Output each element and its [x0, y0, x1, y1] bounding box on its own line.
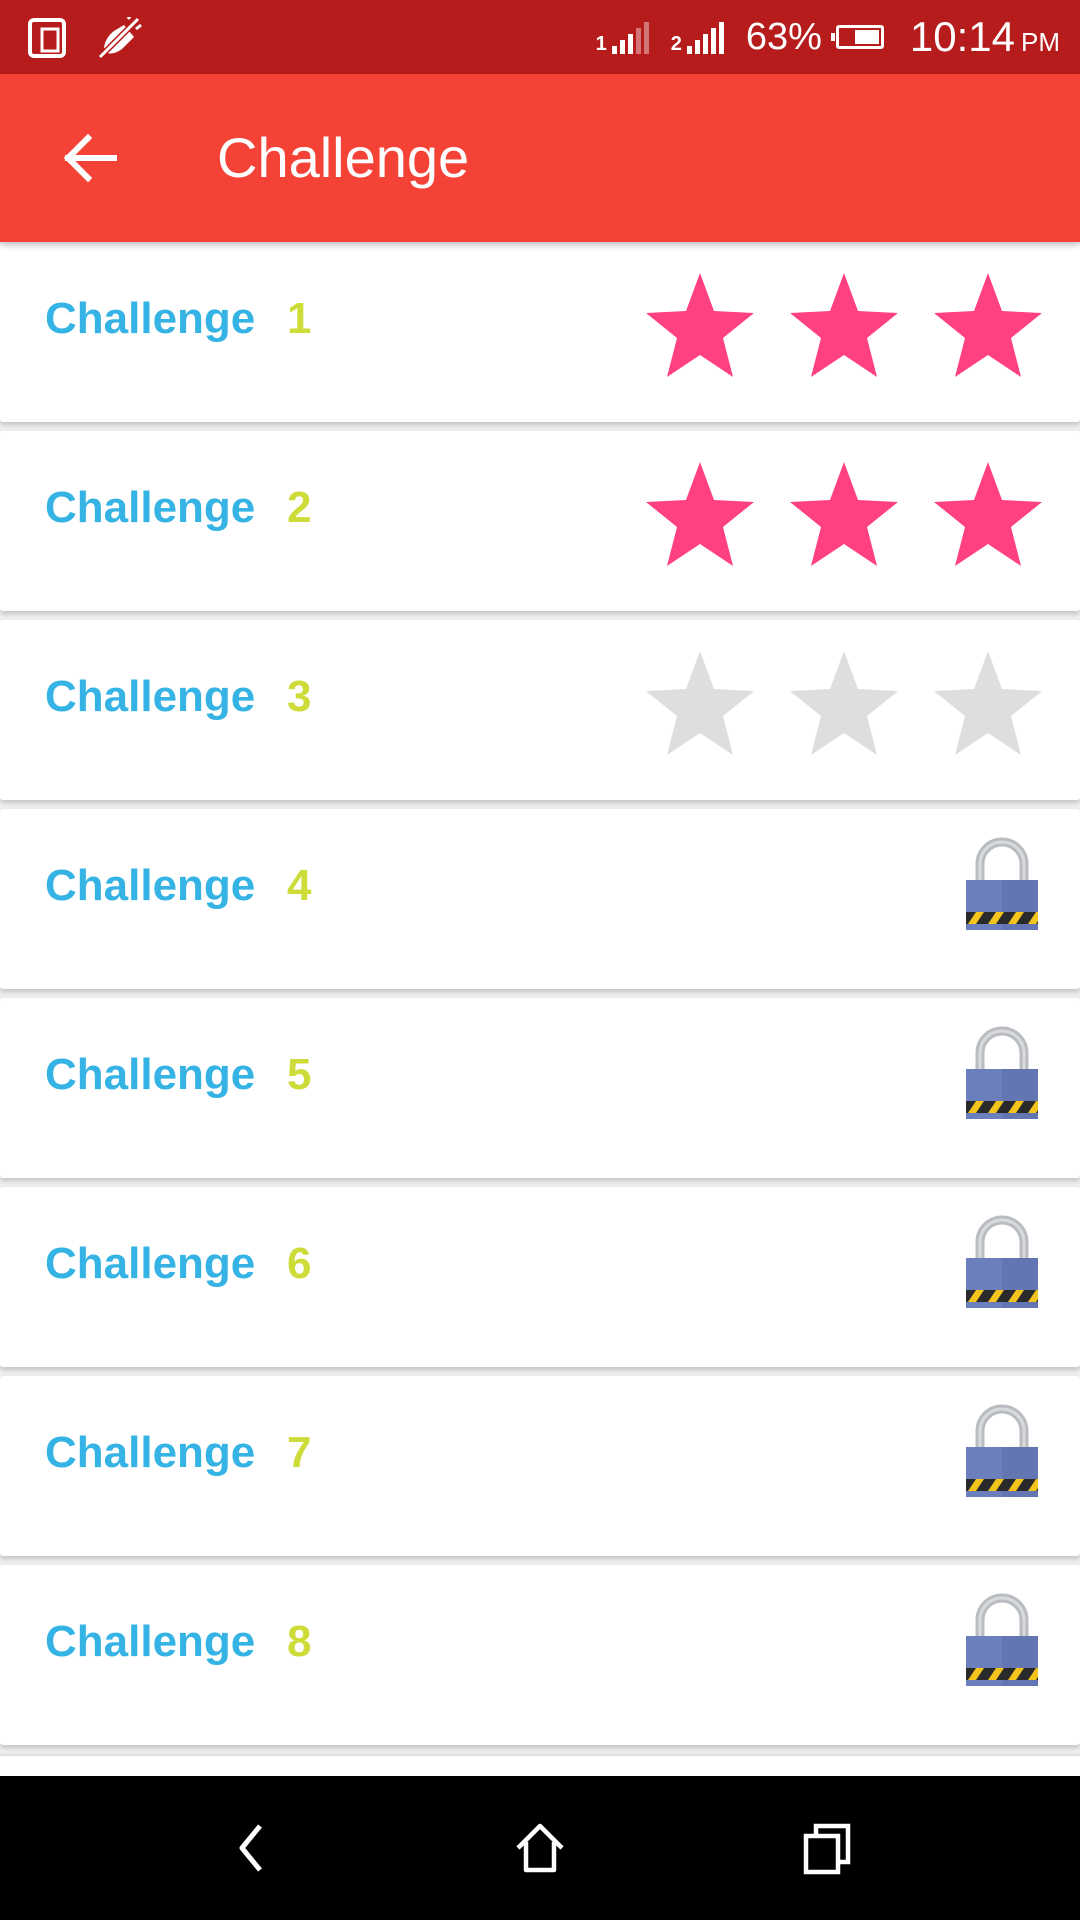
star-rating: [640, 456, 1060, 576]
battery-icon: [830, 25, 884, 49]
nav-recents-button[interactable]: [788, 1808, 868, 1888]
challenge-row-1[interactable]: Challenge 1: [0, 242, 1080, 422]
star-filled-icon: [934, 273, 1042, 377]
challenge-label: Challenge: [45, 1428, 256, 1477]
star-filled-icon: [790, 273, 898, 377]
star-empty-icon: [790, 651, 898, 755]
challenge-label: Challenge: [45, 861, 256, 910]
star-empty-icon: [934, 651, 1042, 755]
challenge-number: 7: [287, 1428, 312, 1477]
challenge-label: Challenge: [45, 1617, 256, 1666]
challenge-row-8[interactable]: Challenge 8: [0, 1565, 1080, 1745]
challenge-number: 6: [287, 1239, 312, 1288]
nav-back-icon: [239, 1824, 262, 1872]
sim1-label: 1: [595, 33, 607, 55]
dual-screen-icon: [28, 18, 66, 58]
challenge-label: Challenge: [45, 1050, 256, 1099]
lock-icon: [966, 1404, 1038, 1497]
sim2-label: 2: [670, 33, 682, 55]
star-rating: [640, 267, 1060, 387]
nav-home-icon: [516, 1823, 564, 1873]
challenge-row-6[interactable]: Challenge 6: [0, 1187, 1080, 1367]
challenge-number: 8: [287, 1617, 312, 1666]
vibrate-off-icon: [97, 17, 142, 59]
list-item-partial: [0, 1756, 1080, 1776]
challenge-number: 2: [287, 483, 312, 532]
clock-time: 10:14: [909, 13, 1015, 60]
nav-recents-icon: [803, 1823, 851, 1875]
challenge-row-7[interactable]: Challenge 7: [0, 1376, 1080, 1556]
nav-back-button[interactable]: [212, 1808, 292, 1888]
challenge-row-2[interactable]: Challenge 2: [0, 431, 1080, 611]
challenge-number: 3: [287, 672, 312, 721]
navigation-bar: [0, 1776, 1080, 1920]
challenge-row-4[interactable]: Challenge 4: [0, 809, 1080, 989]
challenge-label: Challenge: [45, 294, 256, 343]
challenge-row-3[interactable]: Challenge 3: [0, 620, 1080, 800]
star-empty-icon: [646, 651, 754, 755]
page-title: Challenge: [217, 126, 470, 189]
sim1-signal-icon: 1: [596, 20, 649, 54]
status-left-icons: [28, 16, 142, 60]
lock-icon: [966, 1593, 1038, 1686]
clock-ampm: PM: [1021, 27, 1060, 57]
challenge-row-5[interactable]: Challenge 5: [0, 998, 1080, 1178]
status-right-icons: 1 2 63% 10:14 PM: [596, 0, 1060, 74]
lock-icon: [966, 1215, 1038, 1308]
battery-fill: [854, 30, 879, 44]
battery-percent: 63%: [745, 15, 822, 58]
nav-home-button[interactable]: [500, 1808, 580, 1888]
challenge-number: 4: [287, 861, 312, 910]
challenge-label: Challenge: [45, 672, 256, 721]
back-button[interactable]: [50, 118, 130, 198]
challenge-number: 5: [287, 1050, 312, 1099]
challenge-number: 1: [287, 294, 312, 343]
star-rating: [640, 645, 1060, 765]
lock-icon: [966, 1026, 1038, 1119]
lock-icon: [966, 837, 1038, 930]
star-filled-icon: [790, 462, 898, 566]
arrow-back-icon: [63, 134, 117, 182]
clock: 10:14 PM: [910, 13, 1060, 61]
challenge-label: Challenge: [45, 1239, 256, 1288]
star-filled-icon: [934, 462, 1042, 566]
status-bar: 1 2 63% 10:14 PM: [0, 0, 1080, 74]
challenge-label: Challenge: [45, 483, 256, 532]
sim2-signal-icon: 2: [671, 20, 724, 54]
star-filled-icon: [646, 273, 754, 377]
app-bar: Challenge: [0, 74, 1080, 242]
star-filled-icon: [646, 462, 754, 566]
